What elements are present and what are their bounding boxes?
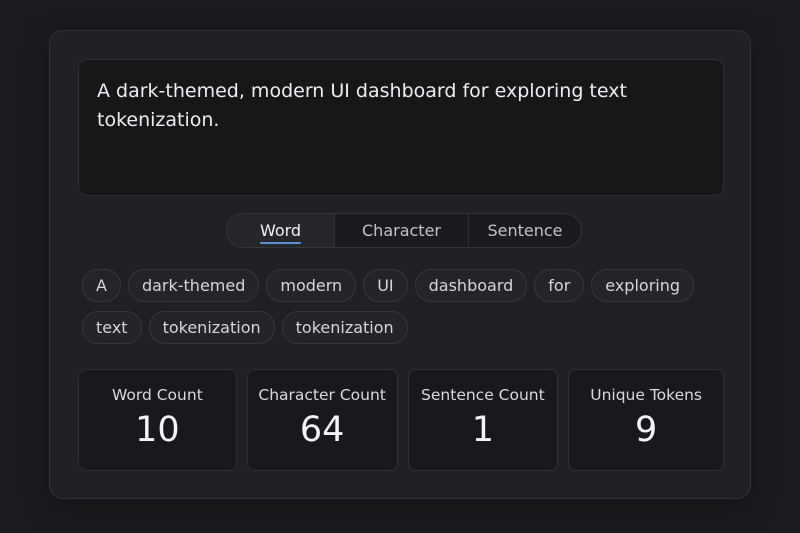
tokenization-mode-tabs: Word Character Sentence <box>226 213 582 248</box>
stat-label: Character Count <box>258 386 386 404</box>
stat-label: Unique Tokens <box>590 386 703 404</box>
tab-sentence[interactable]: Sentence <box>468 214 581 247</box>
stat-label: Sentence Count <box>421 386 545 404</box>
word-count-card: Word Count 10 <box>78 369 237 471</box>
text-input[interactable]: A dark-themed, modern UI dashboard for e… <box>78 59 724 196</box>
token-chip: exploring <box>591 269 695 302</box>
tokenizer-panel: A dark-themed, modern UI dashboard for e… <box>49 30 751 499</box>
token-chip: dashboard <box>414 269 528 302</box>
token-chip: for <box>534 269 585 302</box>
stat-value: 64 <box>299 410 345 450</box>
token-list: A dark-themed modern UI dashboard for ex… <box>82 269 722 344</box>
token-chip: dark-themed <box>127 269 260 302</box>
token-chip: tokenization <box>148 311 275 344</box>
tab-word[interactable]: Word <box>227 214 334 247</box>
token-chip: UI <box>363 269 408 302</box>
token-chip: tokenization <box>281 311 408 344</box>
token-chip: modern <box>266 269 357 302</box>
token-chip: text <box>82 311 142 344</box>
token-chip: A <box>82 269 121 302</box>
sentence-count-card: Sentence Count 1 <box>407 369 559 471</box>
stat-value: 9 <box>634 410 658 450</box>
character-count-card: Character Count 64 <box>246 369 398 471</box>
stat-value: 10 <box>135 410 180 450</box>
stat-label: Word Count <box>111 386 203 404</box>
tab-character[interactable]: Character <box>334 214 468 247</box>
unique-tokens-card: Unique Tokens 9 <box>568 369 724 471</box>
stats-row: Word Count 10 Character Count 64 Sentenc… <box>78 369 724 471</box>
stat-value: 1 <box>471 410 495 450</box>
